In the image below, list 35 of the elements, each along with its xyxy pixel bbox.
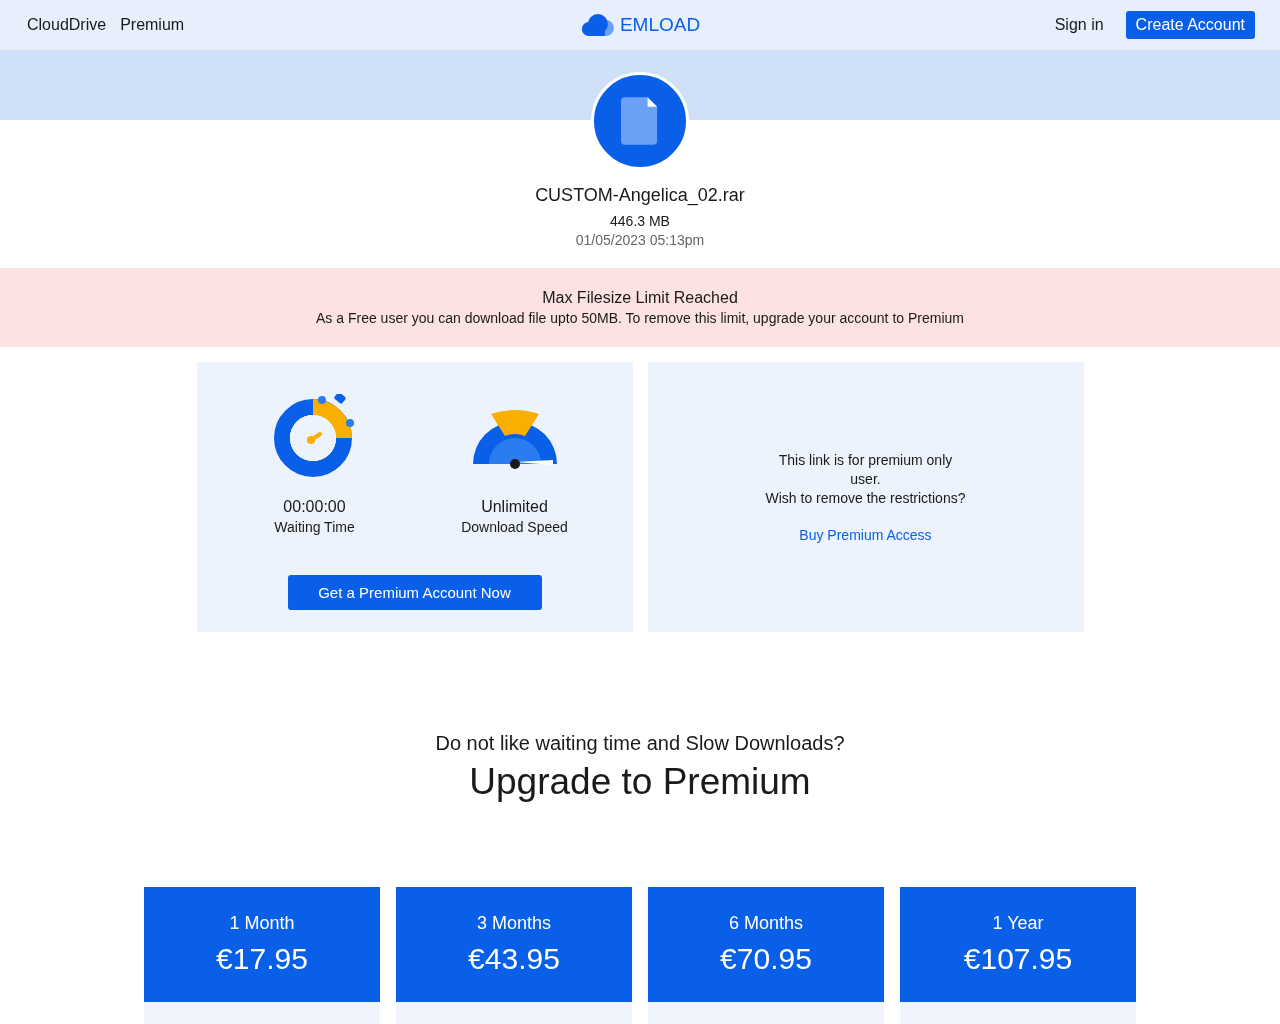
file-icon [621,96,659,146]
stat-label: Waiting Time [274,519,355,535]
stat-value: 00:00:00 [283,498,346,516]
stat-value: Unlimited [481,498,548,516]
create-account-button[interactable]: Create Account [1125,11,1255,39]
alert-title: Max Filesize Limit Reached [542,289,738,307]
plan-price: €70.95 [720,942,812,976]
plan-period: 1 Month [229,913,295,934]
stopwatch-icon [272,394,357,478]
upgrade-question: Do not like waiting time and Slow Downloads? [434,732,846,755]
stat-label: Download Speed [461,519,568,535]
plan-period: 3 Months [476,913,551,934]
plan-card[interactable]: 1 Month €17.95 [144,887,380,1002]
sign-in-link[interactable]: Sign in [1054,16,1104,34]
nav-link[interactable]: Premium [120,16,185,34]
plan-card[interactable]: 1 Year €107.95 [900,887,1136,1002]
plan-price: €107.95 [963,942,1073,976]
brand-logo[interactable]: EMLOAD [579,13,701,37]
plan-price: €17.95 [216,942,308,976]
file-size: 446.3 MB [610,213,670,229]
file-name: CUSTOM-Angelica_02.rar [535,185,745,206]
plan-card[interactable]: 6 Months €70.95 [648,887,884,1002]
buy-premium-link[interactable]: Buy Premium Access [799,527,932,543]
upgrade-heading: Upgrade to Premium [468,761,812,803]
alert-message: As a Free user you can download file upto 50MB. To remove this limit, upgrade your account to Premium [316,310,964,326]
plan-price: €43.95 [468,942,560,976]
premium-note: Wish to remove the restrictions? [765,489,966,508]
plan-period: 1 Year [992,913,1044,934]
cloud-icon [579,13,616,37]
plan-card[interactable]: 3 Months €43.95 [396,887,632,1002]
file-date: 01/05/2023 05:13pm [575,232,705,248]
plan-period: 6 Months [728,913,803,934]
get-premium-button[interactable]: Get a Premium Account Now [287,575,542,610]
premium-note: This link is for premium only user. [777,451,954,489]
nav-link[interactable]: CloudDrive [27,16,107,34]
